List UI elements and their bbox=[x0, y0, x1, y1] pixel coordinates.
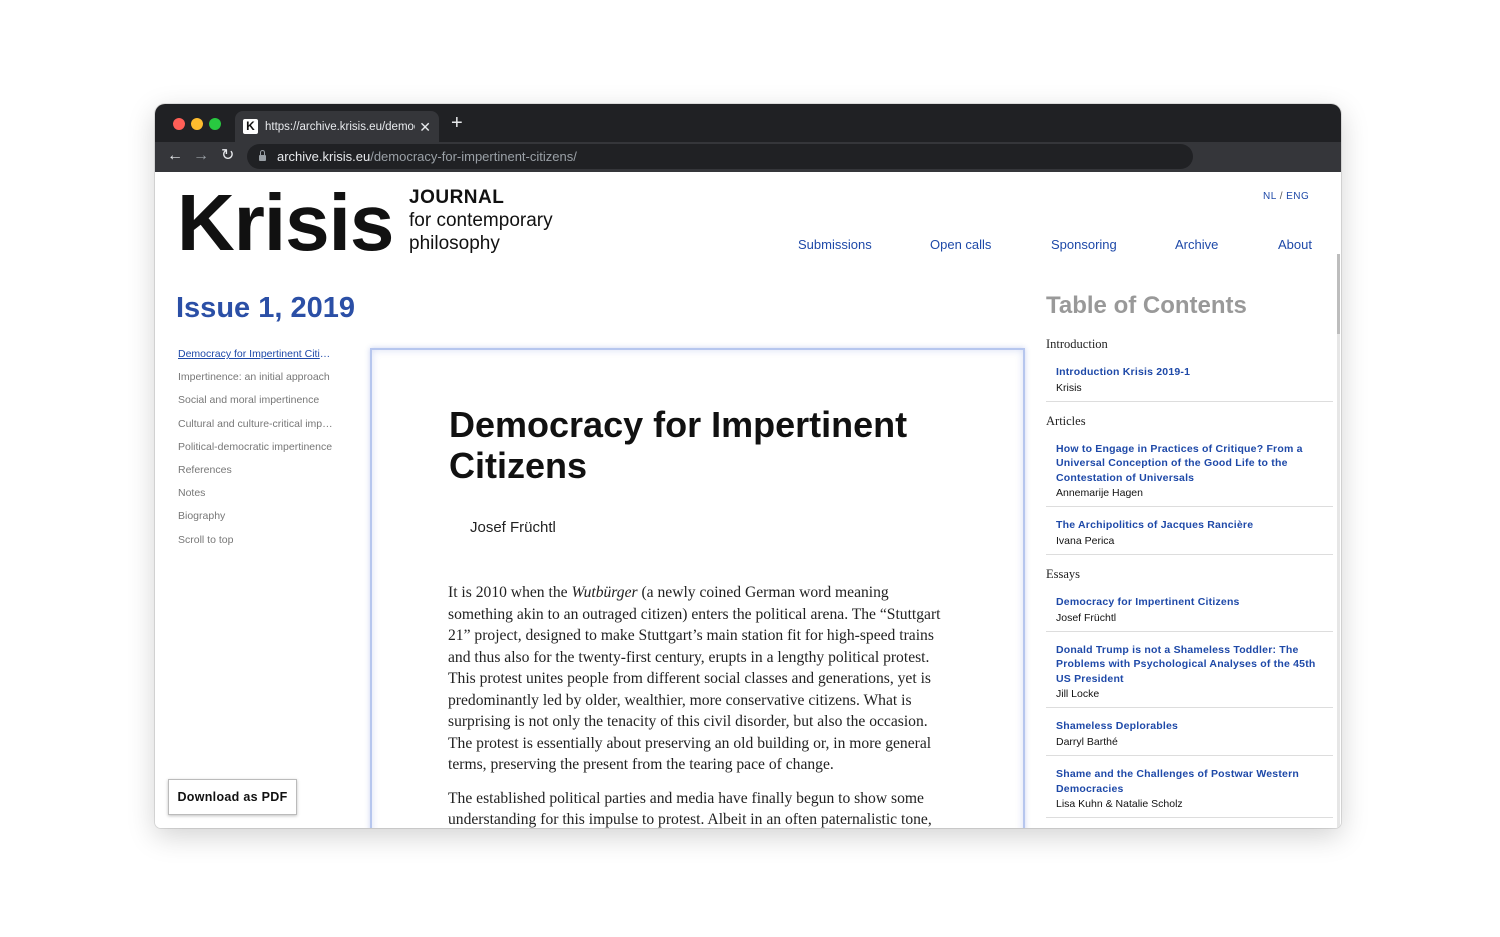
toc-entry[interactable]: Democracy for Impertinent Citizens Josef… bbox=[1046, 595, 1333, 632]
toc-entry[interactable]: The Archipolitics of Jacques Rancière Iv… bbox=[1046, 518, 1333, 555]
wutburger-term: Wutbürger bbox=[571, 584, 638, 601]
lang-nl-link[interactable]: NL bbox=[1263, 191, 1277, 202]
toc-section-essays: Essays bbox=[1046, 566, 1081, 581]
logo-line-journal: JOURNAL bbox=[409, 187, 505, 208]
forward-arrow-icon[interactable]: → bbox=[193, 147, 209, 165]
url-text: archive.krisis.eu/democracy-for-impertin… bbox=[277, 149, 577, 164]
url-path: /democracy-for-impertinent-citizens/ bbox=[370, 149, 577, 164]
logo-subtitle: JOURNAL for contemporary philosophy bbox=[409, 186, 553, 255]
issue-title: Issue 1, 2019 bbox=[176, 292, 355, 324]
logo-line-contemporary: for contemporary bbox=[409, 210, 553, 231]
back-arrow-icon[interactable]: ← bbox=[167, 147, 183, 165]
article-panel: Democracy for Impertinent Citizens Josef… bbox=[370, 348, 1025, 828]
toc-entry[interactable]: Shame and the Challenges of Postwar West… bbox=[1046, 767, 1333, 819]
new-tab-icon[interactable]: + bbox=[451, 113, 463, 133]
toc-entry-title[interactable]: Democracy for Impertinent Citizens bbox=[1056, 595, 1333, 610]
close-tab-icon[interactable]: ✕ bbox=[419, 120, 431, 134]
toc-entry-author: Ivana Perica bbox=[1056, 534, 1115, 547]
toc-entry[interactable]: Introduction Krisis 2019-1 Krisis bbox=[1046, 365, 1333, 402]
article-section-nav: Democracy for Impertinent Citizens Imper… bbox=[178, 348, 333, 557]
lock-icon bbox=[259, 150, 266, 161]
browser-toolbar: ← → ↻ archive.krisis.eu/democracy-for-im… bbox=[155, 142, 1341, 172]
section-link-democracy[interactable]: Democracy for Impertinent Citizens bbox=[178, 348, 333, 371]
section-link-notes[interactable]: Notes bbox=[178, 487, 333, 510]
lang-eng-link[interactable]: ENG bbox=[1286, 191, 1309, 202]
nav-open-calls[interactable]: Open calls bbox=[930, 237, 991, 252]
toc-entry-author: Krisis bbox=[1056, 381, 1082, 394]
nav-archive[interactable]: Archive bbox=[1175, 237, 1218, 252]
nav-sponsoring[interactable]: Sponsoring bbox=[1051, 237, 1117, 252]
language-switcher: NL / ENG bbox=[1263, 191, 1309, 202]
toc-title: Table of Contents bbox=[1046, 292, 1247, 319]
browser-tab[interactable]: K https://archive.krisis.eu/democ ✕ bbox=[235, 111, 439, 142]
toc-entry-title[interactable]: Shameless Deplorables bbox=[1056, 719, 1333, 734]
toc-section-introduction: Introduction bbox=[1046, 337, 1108, 351]
toc-entry-title[interactable]: The Archipolitics of Jacques Rancière bbox=[1056, 518, 1333, 533]
krisis-logo[interactable]: Krisis bbox=[177, 180, 394, 266]
tab-bar: K https://archive.krisis.eu/democ ✕ + bbox=[155, 104, 1341, 142]
toc-entry[interactable]: Shameless Deplorables Darryl Barthé bbox=[1046, 719, 1333, 756]
section-link-impertinence-initial[interactable]: Impertinence: an initial approach bbox=[178, 371, 333, 394]
toc-entry-author: Lisa Kuhn & Natalie Scholz bbox=[1056, 798, 1183, 811]
lang-separator: / bbox=[1279, 191, 1284, 202]
download-pdf-button[interactable]: Download as PDF bbox=[168, 779, 297, 815]
toc-entry-author: Jill Locke bbox=[1056, 688, 1100, 701]
toc-section-articles: Articles bbox=[1046, 413, 1086, 428]
toc-entry[interactable]: Donald Trump is not a Shameless Toddler:… bbox=[1046, 643, 1333, 709]
article-paragraph-1: It is 2010 when the Wutbürger (a newly c… bbox=[448, 584, 941, 773]
tab-title: https://archive.krisis.eu/democ bbox=[265, 120, 416, 133]
nav-submissions[interactable]: Submissions bbox=[798, 237, 872, 252]
section-link-biography[interactable]: Biography bbox=[178, 510, 333, 533]
logo-line-philosophy: philosophy bbox=[409, 233, 500, 254]
toc-entry-title[interactable]: Introduction Krisis 2019-1 bbox=[1056, 365, 1333, 380]
section-link-cultural[interactable]: Cultural and culture-critical impertinen… bbox=[178, 418, 333, 441]
close-window-button[interactable] bbox=[173, 118, 185, 130]
section-link-social-moral[interactable]: Social and moral impertinence bbox=[178, 394, 333, 417]
table-of-contents: Table of Contents Introduction Introduct… bbox=[1046, 292, 1336, 828]
toc-entry-title[interactable]: How to Engage in Practices of Critique? … bbox=[1056, 442, 1333, 486]
article-paragraph-2: The established political parties and me… bbox=[448, 789, 932, 829]
article-body: It is 2010 when the Wutbürger (a newly c… bbox=[448, 582, 948, 828]
toc-scrollbar[interactable] bbox=[1337, 254, 1340, 828]
section-link-references[interactable]: References bbox=[178, 464, 333, 487]
url-host: archive.krisis.eu bbox=[277, 149, 371, 164]
krisis-favicon-icon: K bbox=[243, 119, 258, 134]
browser-window: K https://archive.krisis.eu/democ ✕ + ← … bbox=[155, 104, 1341, 828]
maximize-window-button[interactable] bbox=[209, 118, 221, 130]
toc-entry-author: Darryl Barthé bbox=[1056, 735, 1118, 748]
address-bar[interactable]: archive.krisis.eu/democracy-for-impertin… bbox=[247, 144, 1193, 169]
toc-entry-title[interactable]: Shame and the Challenges of Postwar West… bbox=[1056, 767, 1333, 796]
scroll-to-top-link[interactable]: Scroll to top bbox=[178, 534, 333, 557]
section-link-political-democratic[interactable]: Political-democratic impertinence bbox=[178, 441, 333, 464]
toc-entry[interactable]: How to Engage in Practices of Critique? … bbox=[1046, 442, 1333, 508]
toc-entry-author: Annemarije Hagen bbox=[1056, 487, 1143, 500]
toc-entry-author: Josef Früchtl bbox=[1056, 611, 1117, 624]
nav-about[interactable]: About bbox=[1278, 237, 1312, 252]
minimize-window-button[interactable] bbox=[191, 118, 203, 130]
reload-icon[interactable]: ↻ bbox=[221, 147, 234, 165]
article-title: Democracy for Impertinent Citizens bbox=[449, 404, 908, 486]
article-author: Josef Früchtl bbox=[470, 519, 556, 536]
web-page: Krisis JOURNAL for contemporary philosop… bbox=[155, 172, 1341, 828]
scrollbar-thumb[interactable] bbox=[1337, 254, 1340, 334]
toc-entry-title[interactable]: Donald Trump is not a Shameless Toddler:… bbox=[1056, 643, 1333, 687]
